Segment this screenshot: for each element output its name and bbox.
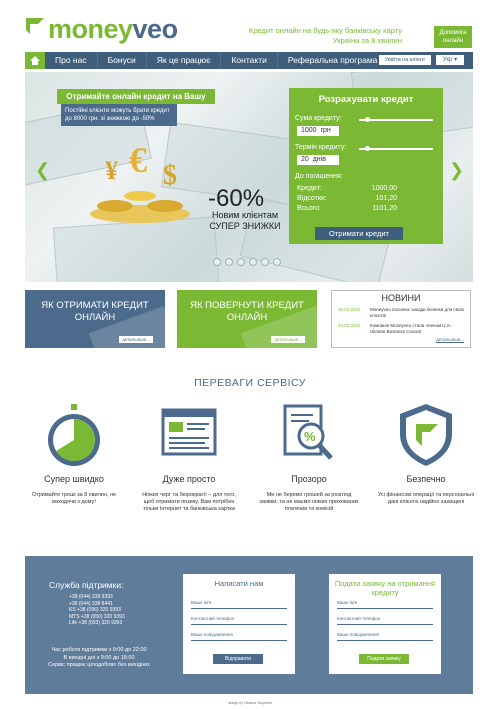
- apply-phone-field[interactable]: Контактний телефон: [337, 614, 433, 625]
- design-credit: design by Oksana Yanyshka: [227, 701, 273, 705]
- slider-next-icon[interactable]: ❯: [449, 160, 464, 181]
- news-item[interactable]: Moneyveo посилює заходи безпеки для свої…: [370, 307, 466, 319]
- promo-title: Отримайте онлайн кредит на Вашу карту: [57, 89, 215, 116]
- discount-value: -60%: [208, 185, 265, 212]
- get-credit-button[interactable]: Отримати кредит: [315, 227, 403, 240]
- slider-prev-icon[interactable]: ❮: [35, 160, 50, 181]
- credit-calculator: Розрахувати кредит Сума кредиту: 1000 гр…: [289, 88, 443, 244]
- logo-icon: [26, 18, 44, 34]
- support-hours: Час роботи підтримки з 9:00 до 22:00 В в…: [48, 647, 150, 668]
- term-input[interactable]: 20 днів: [297, 155, 339, 165]
- contact-section: Служба підтримки: +38 (044) 339 9393 +38…: [25, 556, 473, 694]
- nav-item-how-it-works[interactable]: Як це працює: [147, 52, 222, 69]
- document-magnifier-icon: %: [283, 404, 333, 460]
- apply-form: Подати заявку на отримання кредиту Ваше …: [329, 574, 441, 674]
- slider-dot[interactable]: [225, 258, 233, 266]
- nav-item-about[interactable]: Про нас: [45, 52, 98, 69]
- apply-form-title: Подати заявку на отримання кредиту: [334, 579, 436, 597]
- help-online-button[interactable]: Допомога онлайн: [434, 26, 472, 48]
- contact-name-field[interactable]: Ваше ім'я: [191, 598, 287, 609]
- advantage-fast-title: Супер швидко: [44, 474, 104, 484]
- news-box: НОВИНИ 15.04.2016 Moneyveo посилює заход…: [331, 290, 471, 348]
- term-label: Термін кредиту:: [295, 144, 347, 151]
- nav-item-referral[interactable]: Реферальна програма: [278, 52, 388, 69]
- how-to-get-title: ЯК ОТРИМАТИ КРЕДИТ ОНЛАЙН: [41, 300, 149, 323]
- contact-phone-field[interactable]: Контактний телефон: [191, 614, 287, 625]
- slider-dot[interactable]: [273, 258, 281, 266]
- nav-item-contacts[interactable]: Контакти: [221, 52, 278, 69]
- home-icon[interactable]: [25, 52, 45, 69]
- term-slider[interactable]: [359, 148, 433, 150]
- repay-title: До погашення:: [295, 173, 343, 180]
- amount-input[interactable]: 1000 грн: [297, 126, 339, 136]
- how-to-repay-title: ЯК ПОВЕРНУТИ КРЕДИТ ОНЛАЙН: [190, 300, 304, 323]
- advantage-secure-desc: Усі фінансові операції та персональні да…: [377, 492, 475, 505]
- apply-message-field[interactable]: Ваше повідомлення: [337, 630, 433, 641]
- slider-dot[interactable]: [249, 258, 257, 266]
- svg-text:%: %: [304, 429, 316, 444]
- news-title: НОВИНИ: [381, 293, 421, 303]
- how-to-get-more-link[interactable]: детальніше...: [119, 336, 153, 343]
- banknote-bg: [52, 216, 220, 282]
- news-date: 15.04.2016: [338, 307, 361, 312]
- news-date: 24.03.2016: [338, 323, 361, 328]
- contact-send-button[interactable]: Відправити: [213, 654, 263, 664]
- phone-number[interactable]: MTS +38 (050) 320 9393: [69, 614, 125, 621]
- slider-dots: [213, 258, 281, 266]
- svg-text:€: €: [129, 140, 147, 180]
- phone-number[interactable]: +38 (044) 339 9393: [69, 594, 125, 601]
- advantage-transparent-title: Прозоро: [291, 474, 327, 484]
- discount-text: Новим клієнтам СУПЕР ЗНИЖКИ: [209, 210, 281, 231]
- how-to-repay-more-link[interactable]: детальніше...: [271, 336, 305, 343]
- hero-slider: Отримайте онлайн кредит на Вашу карту По…: [25, 72, 473, 282]
- phone-number[interactable]: KS +38 (096) 320 9393: [69, 607, 125, 614]
- phone-number[interactable]: +38 (044) 338 8441: [69, 601, 125, 608]
- amount-slider-handle[interactable]: [365, 117, 370, 122]
- nav-item-bonuses[interactable]: Бонуси: [98, 52, 147, 69]
- slider-dot[interactable]: [213, 258, 221, 266]
- support-phones: +38 (044) 339 9393 +38 (044) 338 8441 KS…: [69, 594, 125, 627]
- contact-message-field[interactable]: Ваше повідомлення: [191, 630, 287, 641]
- advantage-fast-desc: Отримайте гроші за 8 хвилин, не виходячи…: [31, 492, 117, 505]
- contact-form-title: Написати нам: [214, 579, 264, 588]
- apply-name-field[interactable]: Ваше ім'я: [337, 598, 433, 609]
- term-slider-handle[interactable]: [365, 146, 370, 151]
- amount-slider[interactable]: [359, 119, 433, 121]
- advantage-simple-desc: Ніяких черг та бюрократії – для того, що…: [142, 492, 236, 512]
- svg-text:$: $: [163, 160, 177, 191]
- main-nav: Про нас Бонуси Як це працює Контакти Реф…: [25, 52, 473, 69]
- logo[interactable]: moneyveo: [48, 14, 178, 45]
- svg-text:¥: ¥: [105, 156, 118, 185]
- shield-icon: [400, 404, 452, 466]
- calc-row-interest: Відсотки: 101,20: [297, 195, 397, 202]
- advantage-secure-title: Безпечно: [406, 474, 446, 484]
- advantages-title: ПЕРЕВАГИ СЕРВІСУ: [194, 377, 306, 389]
- stopwatch-icon: [48, 404, 100, 466]
- advantage-simple-title: Дуже просто: [162, 474, 216, 484]
- calculator-title: Розрахувати кредит: [318, 94, 414, 105]
- amount-label: Сума кредиту:: [295, 115, 342, 122]
- phone-number[interactable]: Life +38 (093) 320 9393: [69, 620, 125, 627]
- support-title: Служба підтримки:: [49, 580, 124, 590]
- header-tagline: Кредит онлайн на будь-яку банківську кар…: [248, 26, 402, 45]
- browser-window-icon: [161, 408, 217, 456]
- language-label: Укр: [442, 57, 453, 63]
- language-select[interactable]: Укр ▾: [436, 55, 464, 65]
- promo-text: Постійні клієнти можуть брати кредит до …: [61, 104, 177, 126]
- calc-row-credit: Кредит: 1000,00: [297, 185, 397, 192]
- contact-form: Написати нам Ваше ім'я Контактний телефо…: [183, 574, 295, 674]
- news-item[interactable]: Компанія Moneyveo стала членом U.S.-Ukra…: [370, 323, 466, 335]
- slider-dot[interactable]: [261, 258, 269, 266]
- news-more-link[interactable]: детальніше...: [436, 337, 464, 343]
- calc-row-total: Всього: 1101,20: [297, 205, 397, 212]
- how-to-get-box[interactable]: ЯК ОТРИМАТИ КРЕДИТ ОНЛАЙН детальніше...: [25, 290, 165, 348]
- gold-coins-icon: ¥ € $: [90, 140, 190, 223]
- how-to-repay-box[interactable]: ЯК ПОВЕРНУТИ КРЕДИТ ОНЛАЙН детальніше...: [177, 290, 317, 348]
- login-button[interactable]: Увійти на кліент: [379, 55, 431, 65]
- slider-dot[interactable]: [237, 258, 245, 266]
- advantage-transparent-desc: Ми не беремо грошей за розгляд заявки, т…: [259, 492, 359, 512]
- apply-submit-button[interactable]: Подати заявку: [359, 654, 409, 664]
